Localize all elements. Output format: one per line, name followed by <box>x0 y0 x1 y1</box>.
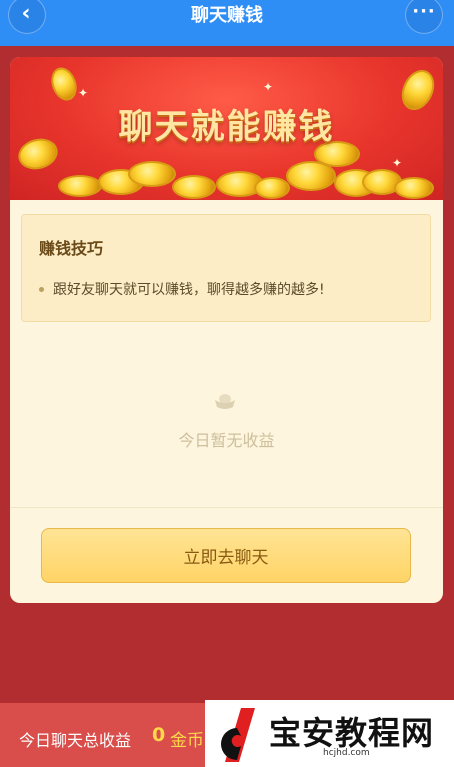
list-item: 跟好友聊天就可以赚钱，聊得越多赚的越多! <box>39 279 325 299</box>
ingot-icon <box>215 394 235 409</box>
bullet-icon <box>39 286 44 292</box>
earnings-unit: 金币 <box>170 731 204 751</box>
banner-title: 聊天就能赚钱 <box>118 107 335 147</box>
top-bar: ‹ 聊天赚钱 ··· <box>0 0 454 46</box>
earnings-label: 今日聊天总收益 <box>19 731 132 750</box>
sparkle-icon: ✦ <box>263 80 274 94</box>
coin-icon <box>128 161 176 187</box>
go-chat-button[interactable]: 立即去聊天 <box>41 528 411 583</box>
watermark-logo-icon <box>221 708 255 762</box>
watermark: 宝安教程网 hcjhd.com <box>205 700 454 767</box>
coin-icon <box>58 175 102 197</box>
watermark-domain: hcjhd.com <box>323 748 370 758</box>
sparkle-icon: ✦ <box>78 86 89 100</box>
page-title: 聊天赚钱 <box>191 5 263 26</box>
divider <box>10 507 443 508</box>
earnings-value: 0 <box>152 724 166 746</box>
coin-icon <box>172 175 216 199</box>
tips-title: 赚钱技巧 <box>39 239 104 258</box>
tips-box: 赚钱技巧 跟好友聊天就可以赚钱，聊得越多赚的越多! <box>21 214 431 322</box>
coin-icon <box>394 177 434 199</box>
banner: ✦ ✦ ✦ 聊天就能赚钱 <box>10 57 443 200</box>
more-dots-icon: ··· <box>412 1 436 22</box>
coin-icon <box>254 177 290 199</box>
empty-state-text: 今日暂无收益 <box>178 431 275 450</box>
earn-card: ✦ ✦ ✦ 聊天就能赚钱 赚钱技巧 跟好友聊天就可以赚钱，聊得越多赚的越多! 今… <box>10 57 443 603</box>
tips-item-text: 跟好友聊天就可以赚钱，聊得越多赚的越多! <box>53 282 325 298</box>
sparkle-icon: ✦ <box>392 156 403 170</box>
